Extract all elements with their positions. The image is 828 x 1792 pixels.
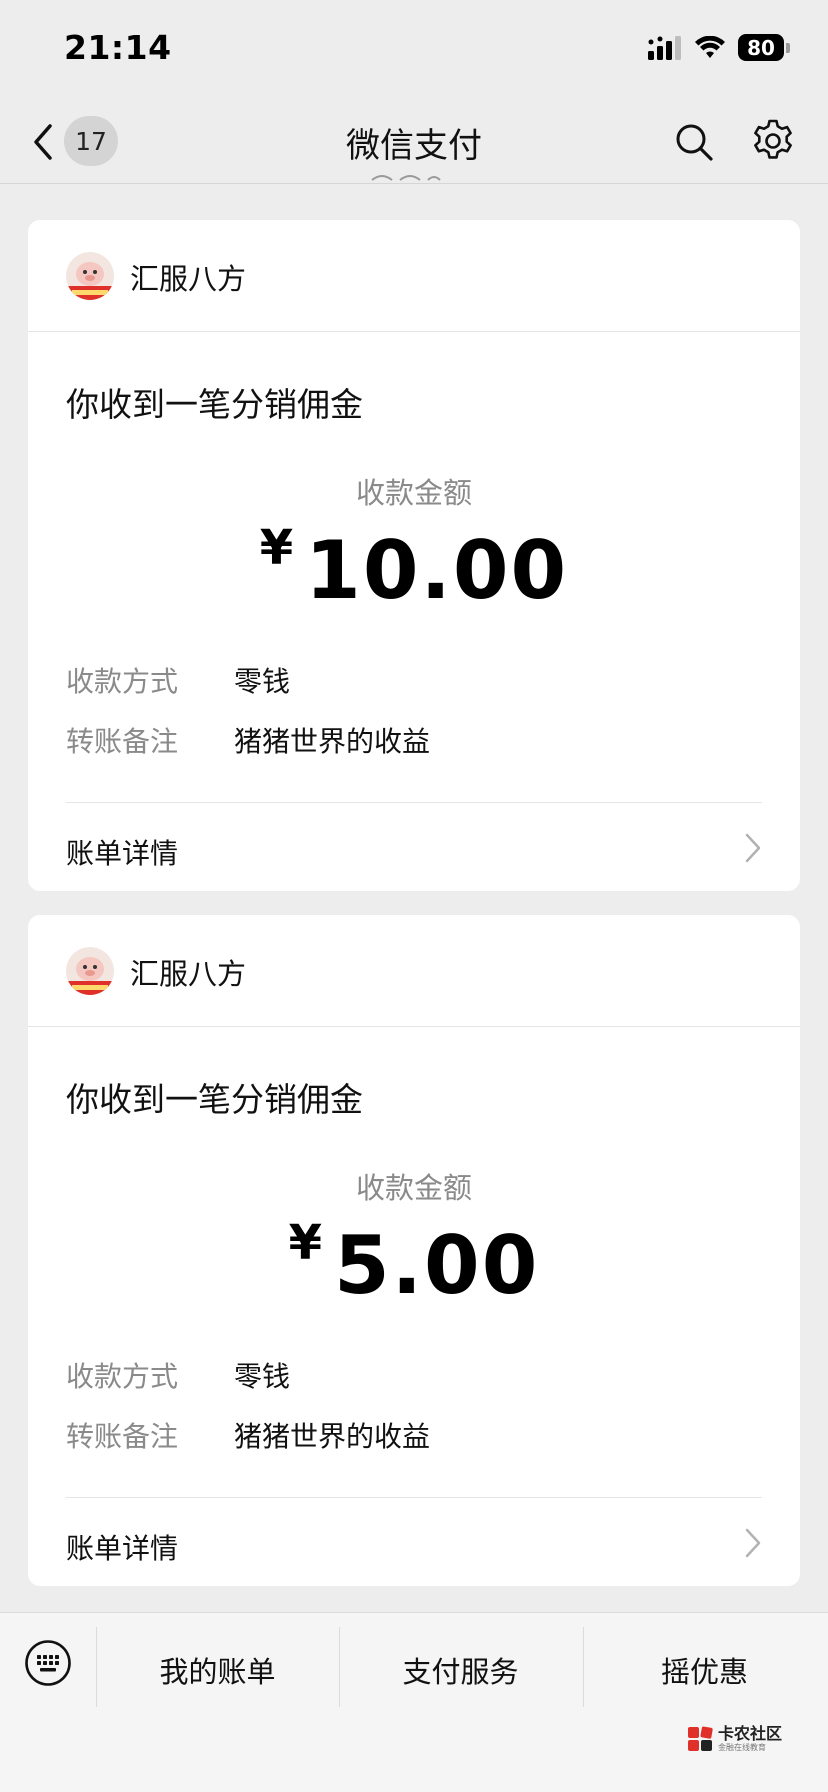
amount-value: 10.00	[305, 524, 569, 617]
gear-icon[interactable]	[750, 118, 796, 164]
bottom-menu-bar: 我的账单 支付服务 摇优惠 卡农社区 金融在线教育	[0, 1612, 828, 1792]
bill-detail-link[interactable]: 账单详情	[28, 1499, 800, 1587]
payment-method-row: 收款方式 零钱	[66, 1355, 290, 1395]
amount-value: 5.00	[334, 1219, 540, 1312]
amount: ¥5.00	[28, 1215, 800, 1312]
card-title: 你收到一笔分销佣金	[66, 385, 363, 424]
currency-symbol: ¥	[288, 1215, 322, 1271]
chevron-right-icon	[745, 833, 761, 863]
payment-method-key: 收款方式	[66, 1360, 179, 1393]
watermark-logo-icon	[688, 1726, 713, 1751]
amount-label: 收款金额	[355, 476, 472, 510]
bill-detail-label: 账单详情	[66, 1532, 179, 1565]
divider	[66, 1497, 762, 1498]
tab-payment-services[interactable]: 支付服务	[339, 1649, 582, 1691]
signal-icon	[648, 35, 681, 60]
payment-card: 汇服八方 你收到一笔分销佣金 收款金额 ¥10.00 收款方式 零钱 转账备注 …	[28, 220, 800, 891]
tab-my-bills[interactable]: 我的账单	[96, 1649, 339, 1691]
battery-icon: 80	[738, 34, 790, 61]
transfer-note-value: 猪猪世界的收益	[234, 1420, 431, 1453]
payment-method-value: 零钱	[234, 1360, 291, 1393]
divider	[66, 802, 762, 803]
page-title: 微信支付	[346, 126, 482, 166]
bill-detail-link[interactable]: 账单详情	[28, 804, 800, 892]
transfer-note-row: 转账备注 猪猪世界的收益	[66, 720, 430, 760]
status-icons: 80	[648, 34, 790, 61]
status-time: 21:14	[64, 28, 172, 67]
sender-name: 汇服八方	[130, 957, 247, 991]
wifi-icon	[695, 35, 725, 58]
currency-symbol: ¥	[259, 520, 294, 576]
back-icon[interactable]	[28, 120, 58, 164]
amount-label: 收款金额	[355, 1171, 472, 1205]
battery-level: 80	[738, 34, 784, 61]
chevron-right-icon	[745, 1528, 761, 1558]
watermark-title: 卡农社区	[718, 1724, 783, 1743]
scrolled-content-peek	[371, 175, 441, 181]
payment-method-row: 收款方式 零钱	[66, 660, 290, 700]
avatar	[66, 947, 114, 995]
transfer-note-key: 转账备注	[66, 725, 179, 758]
amount: ¥10.00	[28, 520, 800, 617]
transfer-note-value: 猪猪世界的收益	[234, 725, 431, 758]
sender-name: 汇服八方	[130, 262, 247, 296]
tab-shake-discounts[interactable]: 摇优惠	[583, 1649, 826, 1691]
transfer-note-key: 转账备注	[66, 1420, 179, 1453]
avatar	[66, 252, 114, 300]
keyboard-icon[interactable]	[24, 1639, 72, 1687]
transfer-note-row: 转账备注 猪猪世界的收益	[66, 1415, 430, 1455]
unread-count-badge[interactable]: 17	[64, 116, 118, 166]
card-title: 你收到一笔分销佣金	[66, 1080, 363, 1119]
bill-detail-label: 账单详情	[66, 837, 179, 870]
watermark: 卡农社区 金融在线教育	[686, 1725, 782, 1753]
payment-method-key: 收款方式	[66, 665, 179, 698]
card-header[interactable]: 汇服八方	[28, 915, 800, 1027]
watermark-subtitle: 金融在线教育	[718, 1743, 766, 1752]
payment-method-value: 零钱	[234, 665, 291, 698]
payment-card: 汇服八方 你收到一笔分销佣金 收款金额 ¥5.00 收款方式 零钱 转账备注 猪…	[28, 915, 800, 1586]
card-header[interactable]: 汇服八方	[28, 220, 800, 332]
search-icon[interactable]	[672, 120, 716, 164]
status-bar: 21:14 80	[0, 0, 828, 100]
